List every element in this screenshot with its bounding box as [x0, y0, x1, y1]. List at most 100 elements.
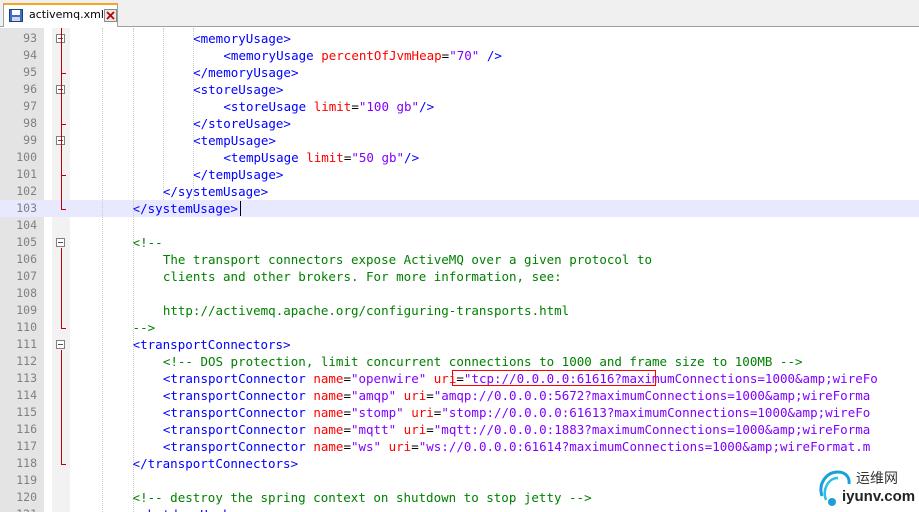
line-number: 106 — [16, 252, 37, 266]
code-line[interactable]: 113 <transportConnector name="openwire" u… — [0, 370, 919, 387]
code-line[interactable]: 117 <transportConnector name="ws" uri="ws… — [0, 438, 919, 455]
code-line[interactable]: 102 </systemUsage> — [0, 183, 919, 200]
code-text: <!-- destroy the spring context on shutd… — [133, 489, 592, 506]
code-text: <tempUsage> — [193, 132, 276, 149]
code-line[interactable]: 101 </tempUsage> — [0, 166, 919, 183]
code-token: name — [313, 388, 344, 403]
text-caret — [239, 201, 241, 216]
code-token: </systemUsage> — [132, 201, 238, 216]
watermark-cn: 运维网 — [856, 471, 898, 487]
code-token: </systemUsage> — [162, 184, 269, 199]
code-token: clients and other brokers. For more info… — [162, 269, 562, 284]
code-text: <transportConnector name="amqp" uri="amq… — [163, 387, 870, 404]
code-line[interactable]: 106 The transport connectors expose Activ… — [0, 251, 919, 268]
code-token: <!-- DOS protection, limit concurrent co… — [162, 354, 803, 369]
code-text: <!-- — [133, 234, 163, 251]
line-number: 119 — [16, 473, 37, 487]
line-number: 101 — [16, 167, 37, 181]
code-line[interactable]: 120 <!-- destroy the spring context on sh… — [0, 489, 919, 506]
fold-range-line — [61, 248, 62, 328]
code-token: <transportConnector — [162, 439, 314, 454]
code-token: <tempUsage — [223, 150, 307, 165]
code-token: limit — [306, 150, 344, 165]
line-number: 117 — [16, 439, 37, 453]
code-text: </tempUsage> — [193, 166, 283, 183]
code-token: /> — [404, 150, 420, 165]
code-editor[interactable]: 93 <memoryUsage> 94 <memoryUsage percentOfJ… — [0, 28, 919, 512]
code-line[interactable]: 94 <memoryUsage percentOfJvmHeap="70" /> — [0, 47, 919, 64]
code-token: "100 gb" — [358, 99, 420, 114]
code-token: "stomp" — [350, 405, 404, 420]
code-token: = — [343, 422, 351, 437]
code-token: uri — [403, 422, 427, 437]
code-token: "50 gb" — [351, 150, 405, 165]
code-text: <transportConnector name="ws" uri="ws://… — [163, 438, 870, 455]
line-number: 121 — [0, 506, 37, 512]
fold-range-line — [61, 350, 62, 464]
code-token: "amqp" — [350, 388, 397, 403]
line-number: 113 — [16, 371, 37, 385]
line-number: 110 — [16, 320, 37, 334]
code-token: <transportConnector — [162, 422, 314, 437]
watermark: 运维网 iyunv.com — [816, 464, 919, 512]
watermark-domain: iyunv.com — [842, 488, 916, 505]
code-line[interactable]: 103 </systemUsage> — [0, 200, 919, 217]
code-text: <transportConnector name="mqtt" uri="mqt… — [163, 421, 870, 438]
code-line[interactable]: 108 — [0, 285, 919, 302]
code-token: name — [313, 422, 344, 437]
code-line[interactable]: 98 </storeUsage> — [0, 115, 919, 132]
code-token: <transportConnector — [162, 405, 314, 420]
code-token: <transportConnector — [162, 371, 314, 386]
code-line[interactable]: 111 <transportConnectors> — [0, 336, 919, 353]
code-line[interactable]: 96 <storeUsage> — [0, 81, 919, 98]
close-tab-icon[interactable] — [104, 9, 117, 22]
code-line[interactable]: 95 </memoryUsage> — [0, 64, 919, 81]
code-line[interactable]: 119 — [0, 472, 919, 489]
code-token: = — [426, 422, 434, 437]
code-token: "ws" — [350, 439, 382, 454]
code-token: = — [343, 371, 351, 386]
tab-activemq-xml[interactable]: activemq.xml — [3, 3, 118, 27]
code-line[interactable]: 114 <transportConnector name="amqp" uri="… — [0, 387, 919, 404]
fold-end-mark — [61, 175, 66, 176]
code-line[interactable]: 112 <!-- DOS protection, limit concurrent… — [0, 353, 919, 370]
code-token: /> — [479, 48, 502, 63]
code-text: <tempUsage limit="50 gb"/> — [223, 149, 419, 166]
code-token: uri — [403, 388, 427, 403]
code-line[interactable]: 109 http://activemq.apache.org/configurin… — [0, 302, 919, 319]
code-line[interactable]: 104 — [0, 217, 919, 234]
fold-toggle-icon[interactable] — [56, 238, 65, 247]
code-token: <memoryUsage> — [193, 31, 291, 46]
code-line[interactable]: 99 <tempUsage> — [0, 132, 919, 149]
fold-toggle-icon[interactable] — [56, 340, 65, 349]
code-text: <memoryUsage> — [193, 30, 291, 47]
code-line[interactable]: 116 <transportConnector name="mqtt" uri="… — [0, 421, 919, 438]
code-text: clients and other brokers. For more info… — [163, 268, 562, 285]
code-token: = — [351, 99, 359, 114]
code-line[interactable]: 105 <!-- — [0, 234, 919, 251]
code-line[interactable]: 93 <memoryUsage> — [0, 30, 919, 47]
line-number: 96 — [23, 82, 37, 96]
code-line[interactable]: 121 <shutdownHooks> — [0, 506, 919, 512]
line-number: 120 — [16, 490, 37, 504]
code-token: <!-- — [132, 235, 163, 250]
code-token: percentOfJvmHeap — [321, 48, 442, 63]
code-token: = — [343, 405, 351, 420]
code-token: = — [426, 388, 434, 403]
fold-end-mark — [61, 73, 66, 74]
code-token: "70" — [449, 48, 480, 63]
code-line[interactable]: 97 <storeUsage limit="100 gb"/> — [0, 98, 919, 115]
code-token: name — [313, 405, 344, 420]
code-line[interactable]: 115 <transportConnector name="stomp" uri=… — [0, 404, 919, 421]
code-line[interactable]: 107 clients and other brokers. For more i… — [0, 268, 919, 285]
code-line[interactable]: 118 </transportConnectors> — [0, 455, 919, 472]
fold-range-line — [61, 28, 62, 209]
line-number: 97 — [23, 99, 37, 113]
code-token: "openwire" — [350, 371, 427, 386]
indent-guide — [102, 28, 104, 512]
line-number: 105 — [16, 235, 37, 249]
code-token: name — [313, 371, 344, 386]
code-line[interactable]: 110 --> — [0, 319, 919, 336]
line-number: 115 — [16, 405, 37, 419]
code-line[interactable]: 100 <tempUsage limit="50 gb"/> — [0, 149, 919, 166]
